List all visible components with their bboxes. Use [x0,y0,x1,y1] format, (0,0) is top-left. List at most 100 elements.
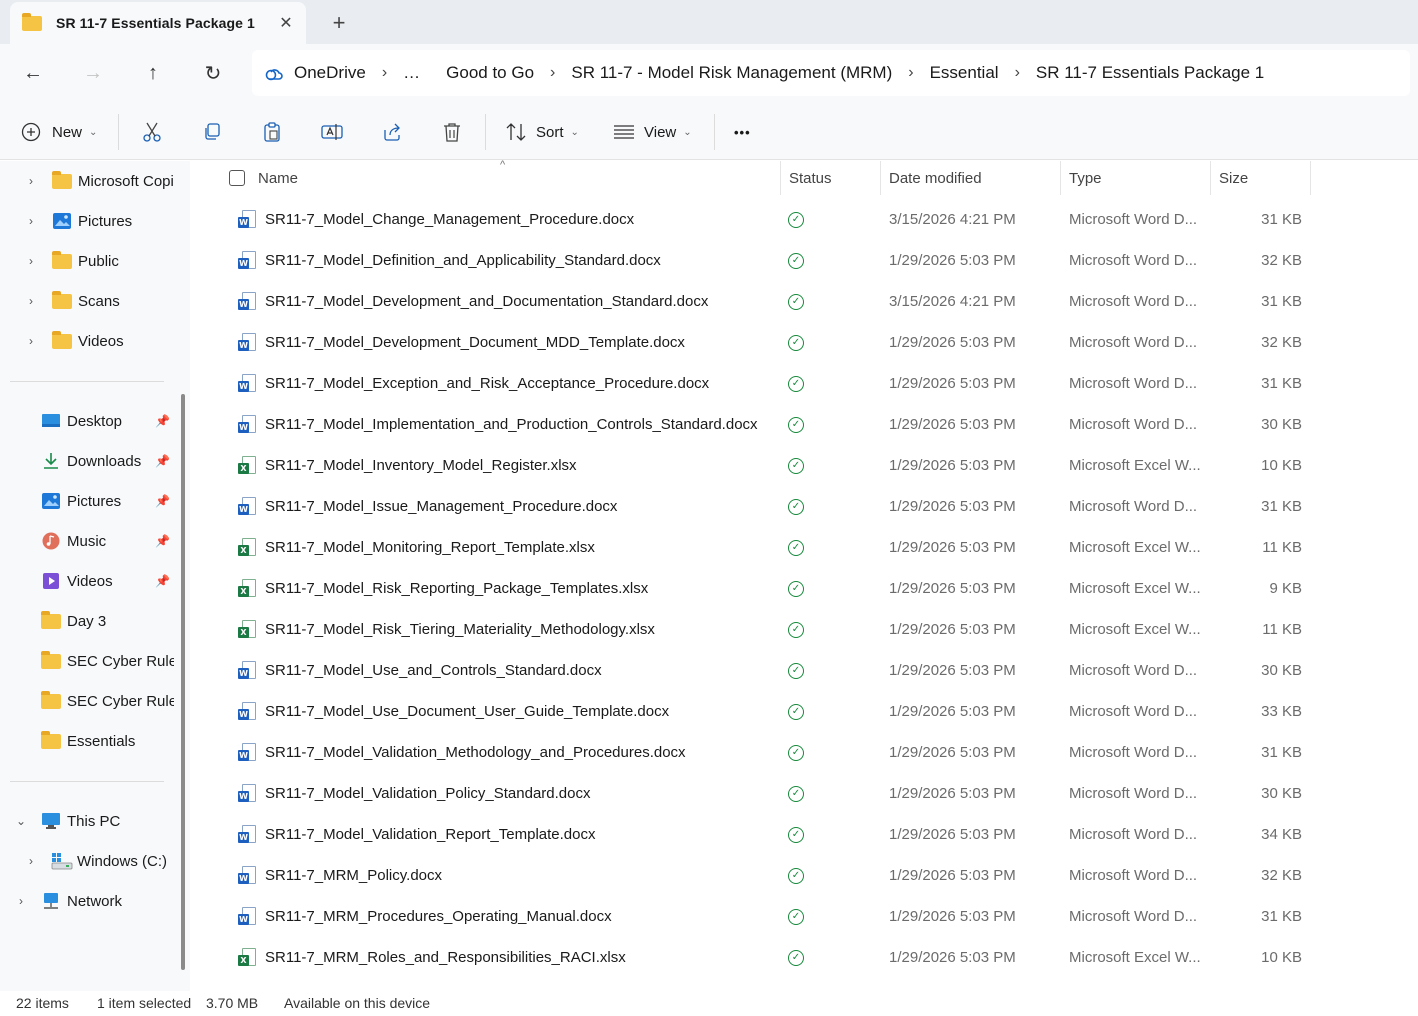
file-row[interactable]: W SR11-7_Model_Validation_Policy_Standard… [194,773,1418,814]
file-name-cell[interactable]: W SR11-7_Model_Use_Document_User_Guide_Te… [238,691,669,732]
forward-button[interactable]: → [75,58,111,88]
file-row[interactable]: X SR11-7_Model_Risk_Reporting_Package_Tem… [194,568,1418,609]
file-name-cell[interactable]: W SR11-7_Model_Implementation_and_Product… [238,404,758,445]
file-name-cell[interactable]: W SR11-7_Model_Change_Management_Procedur… [238,199,634,240]
chevron-right-icon[interactable]: › [23,334,39,348]
sidebar-item-downloads[interactable]: Downloads 📌 [0,443,174,479]
sidebar-item-scans[interactable]: › Scans [0,283,174,319]
chevron-right-icon[interactable]: › [1015,64,1020,82]
file-name-cell[interactable]: W SR11-7_Model_Development_and_Documentat… [238,281,708,322]
file-row[interactable]: W SR11-7_MRM_Procedures_Operating_Manual.… [194,896,1418,937]
sidebar-scrollbar[interactable] [181,394,185,970]
up-button[interactable]: ↑ [135,58,171,88]
breadcrumb-essential[interactable]: Essential [930,63,999,83]
sidebar-item-desktop[interactable]: Desktop 📌 [0,403,174,439]
sidebar-item-videos-tree[interactable]: › Videos [0,323,174,359]
file-row[interactable]: W SR11-7_Model_Use_Document_User_Guide_Te… [194,691,1418,732]
chevron-right-icon[interactable]: › [23,214,39,228]
file-row[interactable]: W SR11-7_Model_Development_Document_MDD_T… [194,322,1418,363]
file-row[interactable]: W SR11-7_Model_Validation_Report_Template… [194,814,1418,855]
sidebar-item-network[interactable]: › Network [0,883,174,919]
chevron-right-icon[interactable]: › [23,174,39,188]
column-header-date[interactable]: Date modified [881,161,1061,195]
file-name-cell[interactable]: X SR11-7_MRM_Roles_and_Responsibilities_R… [238,937,626,978]
file-name-cell[interactable]: W SR11-7_Model_Development_Document_MDD_T… [238,322,685,363]
file-name-cell[interactable]: W SR11-7_Model_Definition_and_Applicabili… [238,240,661,281]
file-name-cell[interactable]: W SR11-7_Model_Use_and_Controls_Standard.… [238,650,602,691]
file-row[interactable]: W SR11-7_Model_Definition_and_Applicabili… [194,240,1418,281]
file-name-cell[interactable]: W SR11-7_MRM_Procedures_Operating_Manual.… [238,896,612,937]
file-row[interactable]: X SR11-7_Model_Inventory_Model_Register.x… [194,445,1418,486]
file-name-cell[interactable]: X SR11-7_Model_Risk_Tiering_Materiality_M… [238,609,655,650]
more-options-button[interactable]: ••• [734,116,751,148]
file-name-cell[interactable]: W SR11-7_Model_Exception_and_Risk_Accepta… [238,363,709,404]
sort-button[interactable]: Sort ⌄ [505,116,579,148]
sidebar-item-day-3[interactable]: Day 3 [0,603,174,639]
pin-icon[interactable]: 📌 [155,574,170,588]
file-name-cell[interactable]: W SR11-7_Model_Validation_Report_Template… [238,814,595,855]
rename-button[interactable] [321,116,343,148]
file-row[interactable]: W SR11-7_Model_Exception_and_Risk_Accepta… [194,363,1418,404]
sidebar-item-music[interactable]: Music 📌 [0,523,174,559]
file-row[interactable]: W SR11-7_Model_Implementation_and_Product… [194,404,1418,445]
chevron-right-icon[interactable]: › [23,254,39,268]
chevron-right-icon[interactable]: › [13,894,29,908]
address-bar[interactable]: OneDrive › … Good to Go › SR 11-7 - Mode… [252,50,1410,96]
column-header-status[interactable]: Status [781,161,881,195]
file-row[interactable]: X SR11-7_MRM_Roles_and_Responsibilities_R… [194,937,1418,978]
column-header-size[interactable]: Size [1211,161,1311,195]
view-button[interactable]: View ⌄ [613,116,692,148]
file-row[interactable]: W SR11-7_Model_Use_and_Controls_Standard.… [194,650,1418,691]
file-name-cell[interactable]: W SR11-7_Model_Issue_Management_Procedure… [238,486,617,527]
sidebar-item-public[interactable]: › Public [0,243,174,279]
chevron-right-icon[interactable]: › [23,854,39,868]
new-tab-button[interactable]: + [324,8,354,38]
file-name-cell[interactable]: X SR11-7_Model_Risk_Reporting_Package_Tem… [238,568,648,609]
file-row[interactable]: X SR11-7_Model_Risk_Tiering_Materiality_M… [194,609,1418,650]
file-row[interactable]: W SR11-7_Model_Change_Management_Procedur… [194,199,1418,240]
chevron-down-icon[interactable]: ⌄ [13,814,29,828]
sidebar-item-essentials[interactable]: Essentials [0,723,174,759]
chevron-right-icon[interactable]: › [382,64,387,82]
sidebar-item-pictures[interactable]: Pictures 📌 [0,483,174,519]
copy-button[interactable] [201,116,223,148]
breadcrumb-current[interactable]: SR 11-7 Essentials Package 1 [1036,63,1264,83]
sidebar-item-pictures-tree[interactable]: › Pictures [0,203,174,239]
breadcrumb-good-to-go[interactable]: Good to Go [446,63,534,83]
file-name-cell[interactable]: W SR11-7_Model_Validation_Methodology_and… [238,732,686,773]
refresh-button[interactable]: ↻ [195,58,231,88]
pin-icon[interactable]: 📌 [155,534,170,548]
sidebar-item-this-pc[interactable]: ⌄ This PC [0,803,174,839]
file-row[interactable]: W SR11-7_MRM_Policy.docx ✓ 1/29/2026 5:03 P… [194,855,1418,896]
select-all-checkbox[interactable] [229,170,245,186]
file-row[interactable]: X SR11-7_Model_Monitoring_Report_Template… [194,527,1418,568]
file-row[interactable]: W SR11-7_Model_Development_and_Documentat… [194,281,1418,322]
column-header-name[interactable]: Name [250,161,781,195]
pin-icon[interactable]: 📌 [155,494,170,508]
sidebar-item-windows-c[interactable]: › Windows (C:) [0,843,174,879]
file-name-cell[interactable]: X SR11-7_Model_Monitoring_Report_Template… [238,527,595,568]
file-row[interactable]: W SR11-7_Model_Validation_Methodology_and… [194,732,1418,773]
chevron-right-icon[interactable]: › [550,64,555,82]
chevron-right-icon[interactable]: › [908,64,913,82]
pin-icon[interactable]: 📌 [155,414,170,428]
tab-close-button[interactable]: ✕ [272,9,300,37]
chevron-right-icon[interactable]: › [23,294,39,308]
breadcrumb-onedrive[interactable]: OneDrive [294,63,366,83]
sidebar-item-microsoft-copi[interactable]: › Microsoft Copi [0,163,174,199]
breadcrumb-overflow[interactable]: … [403,63,420,83]
column-header-type[interactable]: Type [1061,161,1211,195]
new-button[interactable]: New ⌄ [20,116,97,148]
tab-active[interactable]: SR 11-7 Essentials Package 1 ✕ [10,2,306,44]
paste-button[interactable] [261,116,283,148]
share-button[interactable] [381,116,403,148]
sidebar-item-sec-cyber-rules[interactable]: SEC Cyber Rules [0,643,174,679]
file-name-cell[interactable]: X SR11-7_Model_Inventory_Model_Register.x… [238,445,577,486]
delete-button[interactable] [441,116,463,148]
file-name-cell[interactable]: W SR11-7_MRM_Policy.docx [238,855,442,896]
file-row[interactable]: W SR11-7_Model_Issue_Management_Procedure… [194,486,1418,527]
breadcrumb-sr117-mrm[interactable]: SR 11-7 - Model Risk Management (MRM) [571,63,892,83]
pin-icon[interactable]: 📌 [155,454,170,468]
sidebar-item-sec-cyber-rules-2[interactable]: SEC Cyber Rules [0,683,174,719]
sidebar-item-videos[interactable]: Videos 📌 [0,563,174,599]
